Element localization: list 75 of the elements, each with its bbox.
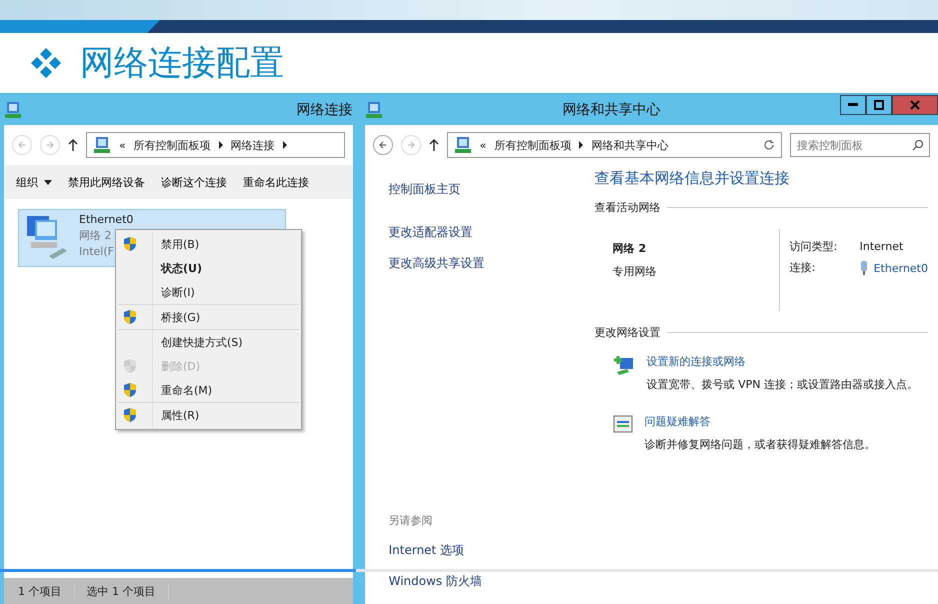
toolbar-button[interactable]: 组织	[10, 170, 58, 194]
toolbar-button[interactable]: 重命名此连接	[237, 170, 315, 194]
task-link[interactable]: 问题疑难解答	[644, 414, 876, 429]
section-heading: 更改网络设置	[594, 325, 661, 340]
troubleshoot-icon	[612, 414, 633, 434]
page-heading: 查看基本网络信息并设置连接	[594, 169, 791, 188]
back-button[interactable]	[372, 135, 393, 155]
see-also-heading: 另请参阅	[388, 513, 434, 528]
status-text: 1 个项目	[18, 584, 74, 598]
network-icon	[454, 136, 472, 154]
window-title: 网络连接	[296, 101, 353, 119]
shield-icon	[123, 236, 137, 252]
breadcrumb-item[interactable]: 所有控制面板项	[494, 138, 572, 152]
section-heading: 查看活动网络	[594, 200, 661, 215]
field-value: Internet	[860, 240, 904, 253]
shield-icon	[123, 358, 137, 374]
control-panel-icon	[93, 136, 111, 154]
window-title: 网络和共享中心	[562, 101, 660, 119]
task-link[interactable]: 设置新的连接或网络	[646, 354, 918, 369]
refresh-icon[interactable]	[763, 139, 775, 151]
sidebar-link[interactable]: Internet 选项	[388, 542, 567, 559]
adapter-icon	[860, 260, 868, 276]
shield-icon	[123, 407, 137, 423]
menu-item[interactable]: 属性(R)	[118, 403, 299, 427]
toolbar-button[interactable]: 诊断这个连接	[155, 170, 233, 194]
breadcrumb-item[interactable]: 所有控制面板项	[134, 138, 211, 152]
up-arrow-icon[interactable]	[428, 138, 439, 152]
up-arrow-icon[interactable]	[68, 138, 78, 152]
slide-title: 网络连接配置	[80, 42, 284, 85]
caret-icon	[44, 180, 52, 184]
breadcrumb-item[interactable]: «	[480, 138, 486, 152]
minimize-button[interactable]	[840, 95, 866, 115]
maximize-button[interactable]	[866, 95, 892, 115]
network-category: 专用网络	[612, 264, 658, 279]
sidebar-link[interactable]: 控制面板主页	[388, 181, 567, 198]
shield-icon	[123, 309, 137, 325]
control-panel-icon	[4, 101, 22, 119]
minimize-icon	[848, 103, 858, 107]
adapter-name: Ethernet0	[79, 212, 134, 228]
network-icon	[364, 101, 383, 119]
task-description: 诊断并修复网络问题，或者获得疑难解答信息。	[644, 437, 876, 452]
breadcrumb-item[interactable]: 网络和共享中心	[591, 138, 668, 152]
breadcrumb-item[interactable]: 网络连接	[230, 138, 275, 152]
forward-arrow-icon	[406, 140, 416, 150]
close-button[interactable]	[892, 95, 938, 115]
toolbar-button[interactable]: 禁用此网络设备	[62, 170, 151, 194]
maximize-icon	[874, 100, 884, 110]
new-connection-icon	[612, 354, 635, 376]
address-bar[interactable]: « 所有控制面板项 网络连接	[86, 132, 345, 158]
address-bar[interactable]: « 所有控制面板项 网络和共享中心	[446, 132, 782, 158]
menu-item[interactable]: 诊断(I)	[118, 280, 299, 304]
field-label: 访问类型:	[790, 239, 838, 254]
field-label: 连接:	[790, 260, 816, 276]
adapter-device: Intel(F	[79, 244, 114, 260]
search-field[interactable]: 搜索控制面板	[790, 133, 930, 157]
connection-link[interactable]: Ethernet0	[874, 262, 928, 274]
forward-arrow-icon	[45, 140, 55, 150]
menu-item[interactable]: 创建快捷方式(S)	[118, 330, 299, 354]
search-icon	[912, 139, 924, 151]
video-progress-bar[interactable]	[0, 569, 938, 572]
network-name: 网络 2	[612, 241, 648, 256]
diamonds-icon	[30, 47, 62, 79]
menu-item[interactable]: 重命名(M)	[118, 378, 299, 402]
breadcrumb-item[interactable]: «	[119, 138, 126, 152]
close-icon	[910, 100, 920, 110]
back-arrow-icon	[17, 140, 27, 150]
shield-icon	[123, 382, 137, 398]
back-arrow-icon	[378, 140, 388, 150]
adapter-network: 网络 2	[79, 228, 112, 244]
sidebar-link[interactable]: Windows 防火墙	[388, 573, 567, 590]
menu-item[interactable]: 桥接(G)	[118, 305, 299, 329]
sidebar-link[interactable]: 更改高级共享设置	[388, 255, 567, 272]
sidebar-link[interactable]: 更改适配器设置	[388, 224, 567, 241]
task-description: 设置宽带、拨号或 VPN 连接；或设置路由器或接入点。	[646, 377, 918, 392]
status-text: 选中 1 个项目	[86, 584, 168, 598]
